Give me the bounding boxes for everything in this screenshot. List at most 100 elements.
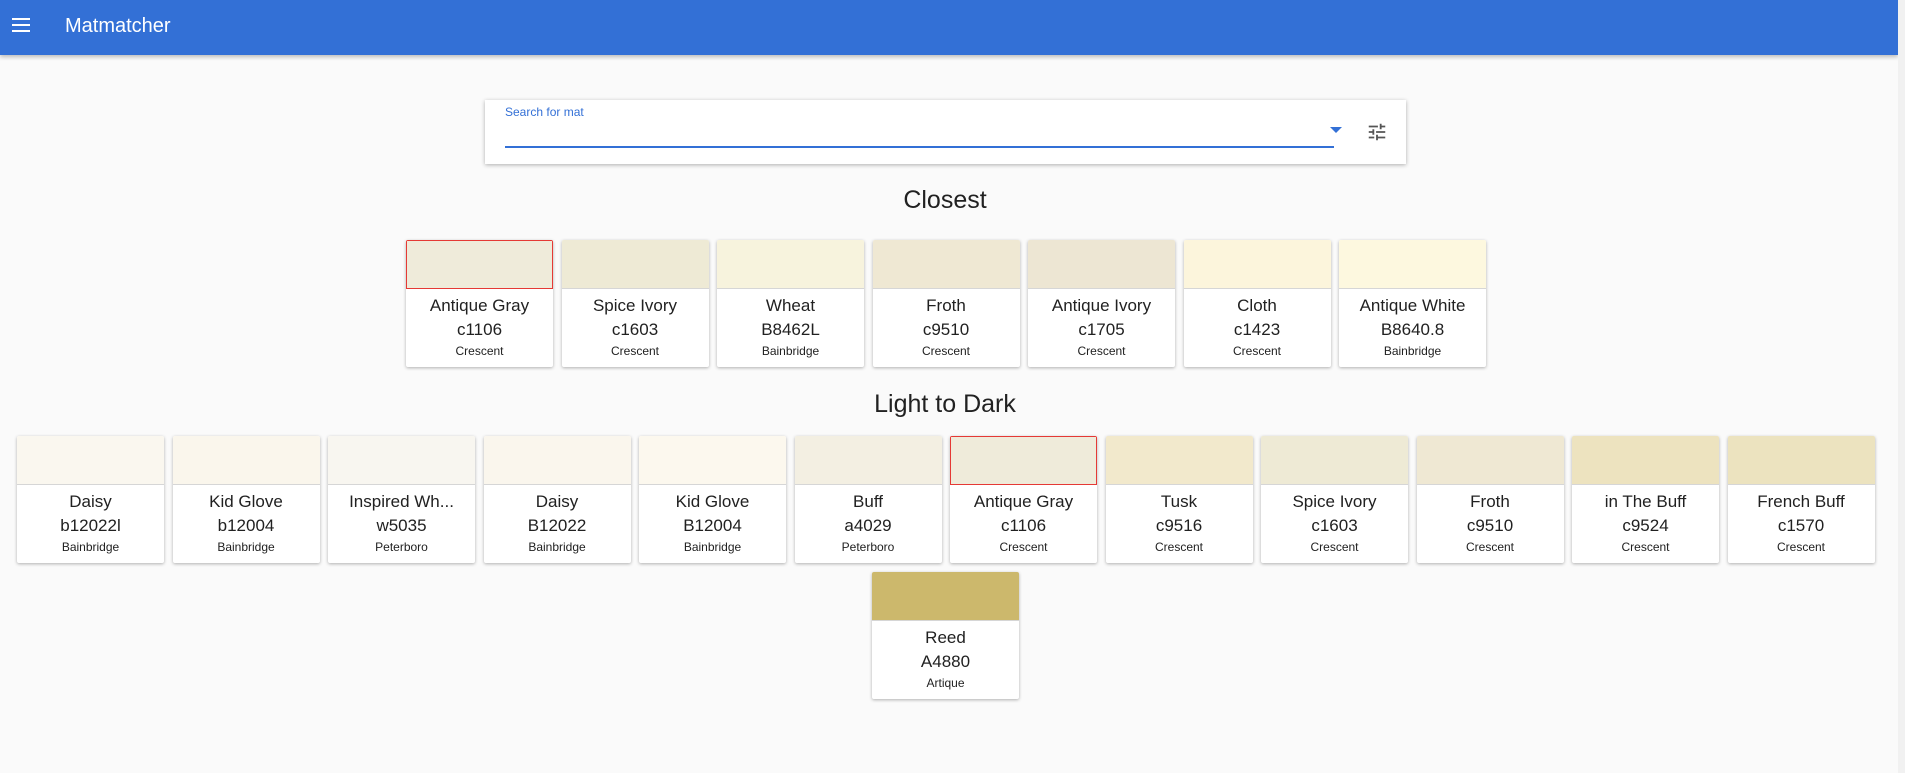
mat-card[interactable]: Daisy b12022l Bainbridge	[17, 436, 164, 563]
mat-color-swatch	[639, 436, 786, 485]
mat-code: c1106	[1000, 516, 1047, 535]
mat-code: B8640.8	[1380, 320, 1445, 339]
mat-card[interactable]: French Buff c1570 Crescent	[1727, 436, 1875, 563]
mat-card[interactable]: Buff a4029 Peterboro	[794, 436, 942, 563]
mat-color-swatch	[717, 240, 864, 289]
mat-name: Wheat	[765, 296, 816, 315]
mat-maker: Bainbridge	[217, 540, 275, 554]
search-label: Search for mat	[505, 105, 584, 119]
mat-code: b12004	[217, 516, 275, 535]
mat-card[interactable]: Daisy B12022 Bainbridge	[483, 436, 631, 563]
mat-card[interactable]: Cloth c1423 Crescent	[1183, 240, 1331, 367]
mat-color-swatch	[872, 240, 1020, 289]
mat-maker: Crescent	[610, 344, 660, 358]
mat-color-swatch	[1416, 436, 1564, 485]
mat-code: c1603	[1311, 516, 1358, 535]
mat-code: w5035	[376, 516, 427, 535]
mat-maker: Bainbridge	[761, 344, 820, 358]
light-to-dark-heading: Light to Dark	[874, 390, 1016, 418]
mat-code: c1570	[1777, 516, 1825, 535]
mat-color-swatch	[483, 436, 631, 485]
mat-card[interactable]: Froth c9510 Crescent	[1416, 436, 1564, 563]
mat-name: Antique Ivory	[1051, 296, 1152, 315]
mat-color-swatch	[950, 436, 1097, 485]
mat-maker: Crescent	[1310, 540, 1359, 554]
mat-card[interactable]: Kid Glove B12004 Bainbridge	[639, 436, 786, 563]
mat-maker: Artique	[926, 676, 965, 690]
mat-name: Daisy	[535, 492, 579, 511]
mat-name: Spice Ivory	[1292, 492, 1377, 511]
mat-color-swatch	[172, 436, 320, 485]
scrollbar[interactable]	[1898, 0, 1905, 773]
mat-card[interactable]: Spice Ivory c1603 Crescent	[1261, 436, 1408, 563]
mat-code: c1423	[1233, 320, 1281, 339]
mat-code: c1106	[456, 320, 503, 339]
mat-name: Daisy	[69, 492, 112, 511]
mat-card[interactable]: Antique Ivory c1705 Crescent	[1028, 240, 1175, 367]
mat-card[interactable]: Antique White B8640.8 Bainbridge	[1339, 240, 1486, 367]
mat-code: c9524	[1622, 516, 1669, 535]
mat-code: b12022l	[60, 516, 121, 535]
mat-code: B8462L	[761, 320, 820, 339]
mat-maker: Crescent	[999, 540, 1048, 554]
mat-color-swatch	[872, 572, 1019, 621]
filter-settings-icon[interactable]	[1366, 121, 1388, 143]
mat-code: A4880	[920, 652, 971, 671]
mat-maker: Crescent	[1077, 344, 1126, 358]
search-card: Search for mat	[485, 100, 1406, 164]
mat-color-swatch	[1572, 436, 1719, 485]
app-toolbar: Matmatcher	[0, 0, 1898, 55]
mat-maker: Crescent	[1621, 540, 1670, 554]
mat-color-swatch	[794, 436, 942, 485]
mat-name: Tusk	[1160, 492, 1198, 511]
mat-card[interactable]: Tusk c9516 Crescent	[1105, 436, 1253, 563]
mat-code: B12022	[527, 516, 587, 535]
mat-code: c9516	[1155, 516, 1203, 535]
mat-maker: Bainbridge	[1383, 344, 1442, 358]
search-underline	[505, 146, 1334, 148]
mat-color-swatch	[1183, 240, 1331, 289]
mat-card[interactable]: Antique Gray c1106 Crescent	[950, 436, 1097, 563]
mat-maker: Crescent	[1776, 540, 1826, 554]
mat-maker: Crescent	[455, 344, 504, 358]
mat-name: Antique Gray	[429, 296, 530, 315]
mat-card[interactable]: Kid Glove b12004 Bainbridge	[172, 436, 320, 563]
mat-card[interactable]: Antique Gray c1106 Crescent	[406, 240, 553, 367]
mat-maker: Crescent	[1154, 540, 1204, 554]
app-title: Matmatcher	[65, 15, 171, 37]
mat-name: Reed	[925, 628, 966, 647]
mat-card[interactable]: Inspired Wh... w5035 Peterboro	[328, 436, 475, 563]
search-input[interactable]	[505, 120, 1309, 146]
mat-card[interactable]: in The Buff c9524 Crescent	[1572, 436, 1719, 563]
mat-color-swatch	[328, 436, 475, 485]
mat-name: Spice Ivory	[592, 296, 678, 315]
dropdown-arrow-icon[interactable]	[1330, 127, 1342, 133]
mat-card[interactable]: Wheat B8462L Bainbridge	[717, 240, 864, 367]
mat-code: c1705	[1078, 320, 1125, 339]
mat-color-swatch	[406, 240, 553, 289]
mat-code: B12004	[683, 516, 742, 535]
mat-color-swatch	[1028, 240, 1175, 289]
mat-color-swatch	[1339, 240, 1486, 289]
mat-maker: Peterboro	[841, 540, 895, 554]
mat-maker: Bainbridge	[61, 540, 120, 554]
mat-name: Froth	[1470, 492, 1510, 511]
mat-maker: Crescent	[1232, 344, 1282, 358]
mat-card[interactable]: Froth c9510 Crescent	[872, 240, 1020, 367]
mat-name: Antique Gray	[973, 492, 1074, 511]
mat-card[interactable]: Reed A4880 Artique	[872, 572, 1019, 699]
mat-name: Kid Glove	[675, 492, 750, 511]
mat-card[interactable]: Spice Ivory c1603 Crescent	[561, 240, 709, 367]
mat-maker: Bainbridge	[528, 540, 586, 554]
menu-icon[interactable]	[10, 14, 32, 36]
closest-heading: Closest	[903, 186, 987, 214]
mat-code: a4029	[844, 516, 892, 535]
mat-name: French Buff	[1757, 492, 1845, 511]
mat-name: Antique White	[1359, 296, 1466, 315]
mat-maker: Crescent	[921, 344, 971, 358]
mat-color-swatch	[1261, 436, 1408, 485]
mat-color-swatch	[561, 240, 709, 289]
mat-name: in The Buff	[1604, 492, 1687, 511]
mat-maker: Crescent	[1465, 540, 1515, 554]
mat-name: Cloth	[1237, 296, 1277, 315]
